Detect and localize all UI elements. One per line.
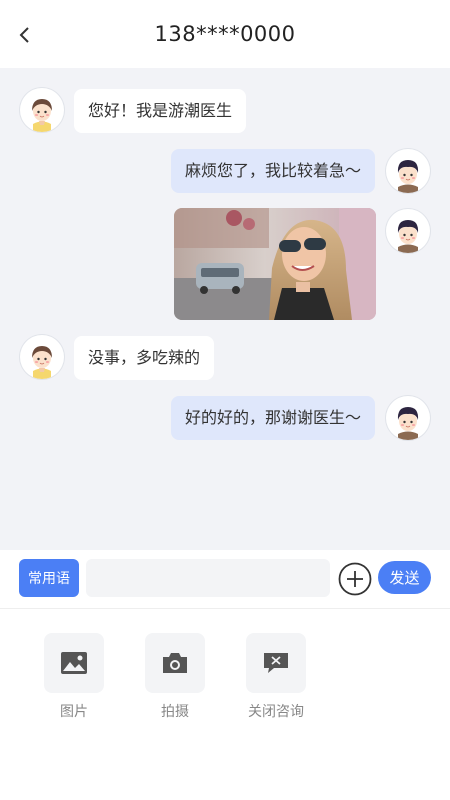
- message-bubble[interactable]: 麻烦您了，我比较着急～: [170, 149, 375, 193]
- header: 138****0000: [0, 0, 450, 68]
- patient-avatar-icon: [397, 160, 419, 193]
- image-icon: [61, 652, 87, 674]
- back-button[interactable]: [12, 22, 38, 48]
- doctor-avatar[interactable]: [20, 88, 64, 132]
- street-photo-image: [174, 208, 376, 320]
- patient-avatar[interactable]: [386, 396, 430, 440]
- page-title: 138****0000: [154, 22, 296, 46]
- patient-avatar-icon: [397, 407, 419, 440]
- patient-avatar[interactable]: [386, 149, 430, 193]
- doctor-avatar-icon: [32, 346, 52, 379]
- close-consult-tool-button[interactable]: [246, 633, 306, 693]
- close-consult-tool-label: 关闭咨询: [248, 704, 304, 720]
- chevron-left-icon: [19, 27, 29, 43]
- image-tool-label: 图片: [60, 704, 88, 720]
- doctor-avatar-icon: [32, 99, 52, 132]
- camera-tool-button[interactable]: [145, 633, 205, 693]
- doctor-avatar[interactable]: [20, 335, 64, 379]
- send-button[interactable]: 发送: [378, 561, 431, 594]
- close-chat-icon: [264, 653, 288, 673]
- image-tool-button[interactable]: [44, 633, 104, 693]
- camera-icon: [163, 653, 187, 673]
- input-bar: 常用语 发送: [0, 550, 450, 609]
- message-input[interactable]: [86, 559, 330, 597]
- message-bubble[interactable]: 没事，多吃辣的: [74, 336, 215, 380]
- camera-tool-label: 拍摄: [161, 704, 189, 720]
- message-bubble[interactable]: 好的好的，那谢谢医生～: [170, 396, 375, 440]
- patient-avatar[interactable]: [386, 209, 430, 253]
- common-phrases-button[interactable]: 常用语: [19, 559, 79, 597]
- patient-avatar-icon: [397, 220, 419, 253]
- more-options-button[interactable]: [338, 562, 372, 596]
- chat-area[interactable]: 您好！我是游潮医生 麻烦您了，我比较着急～ 没事，多吃辣的 好的好的，那谢谢医生…: [0, 68, 450, 550]
- plus-circle-icon: [338, 562, 372, 596]
- message-bubble[interactable]: 您好！我是游潮医生: [74, 89, 247, 133]
- message-image[interactable]: [174, 208, 376, 320]
